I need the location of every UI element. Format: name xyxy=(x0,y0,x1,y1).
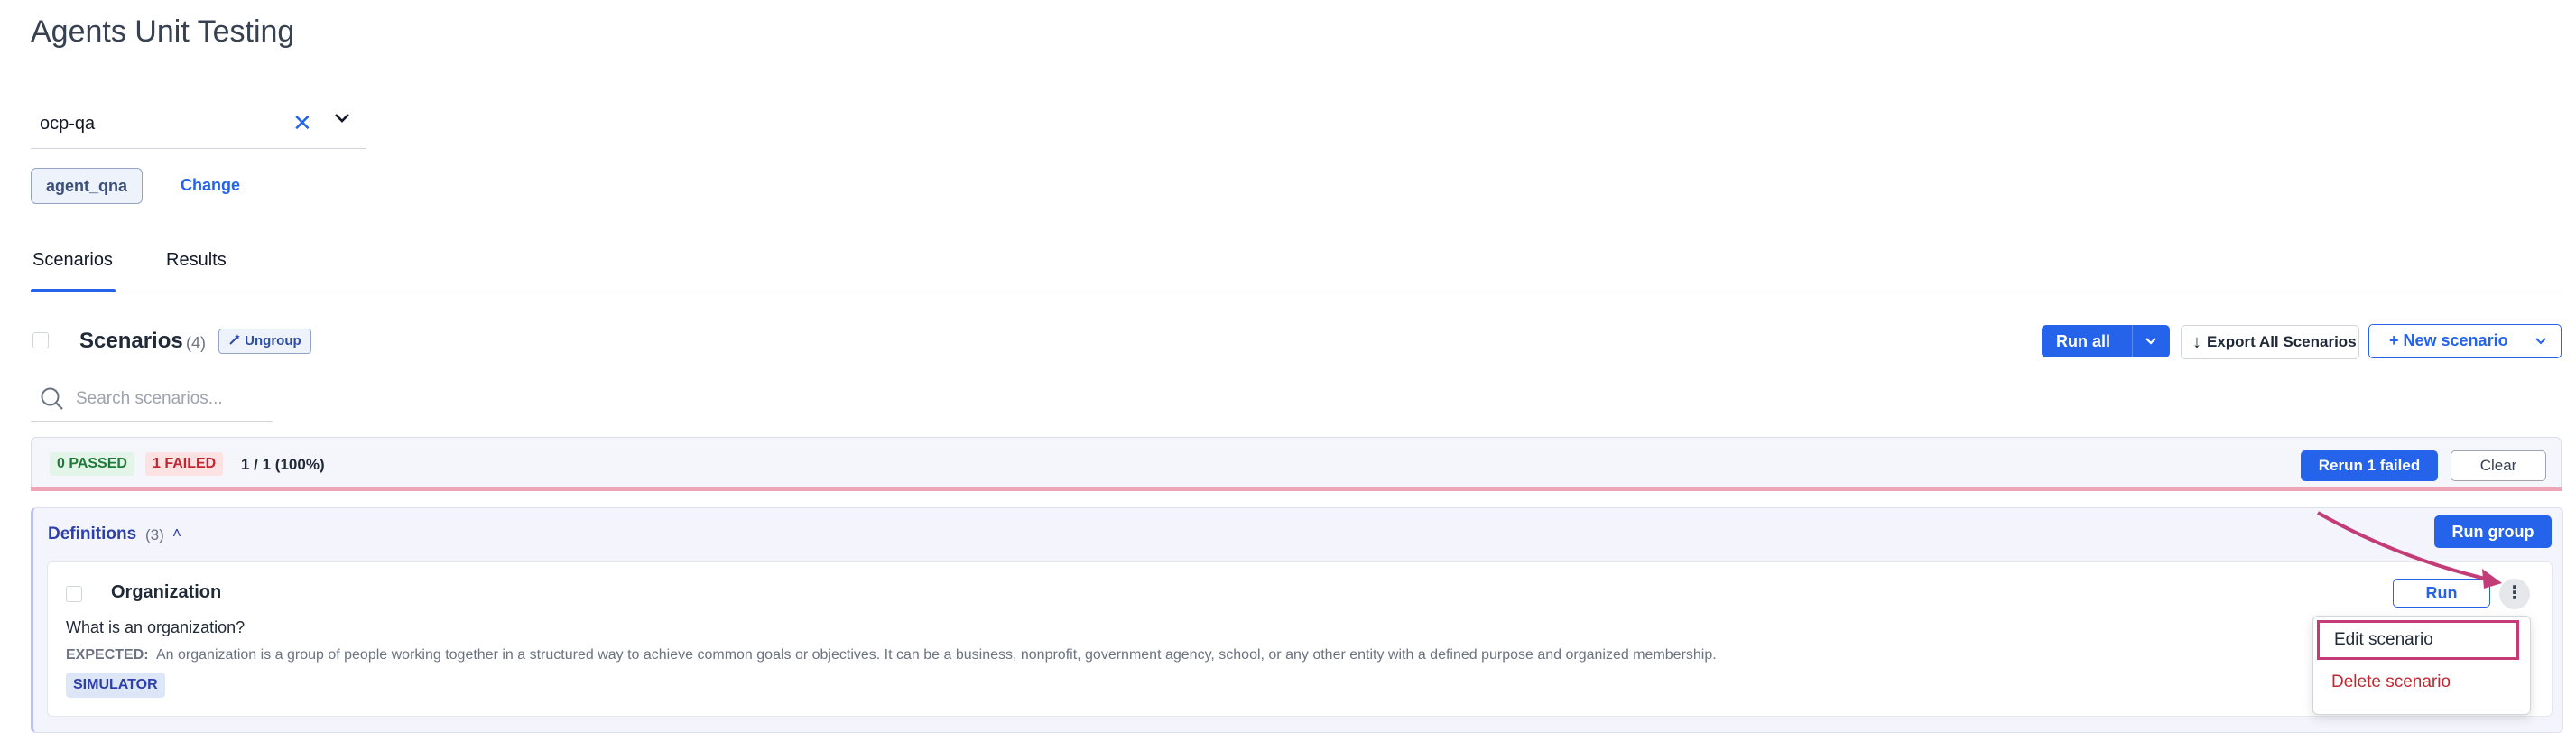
delete-scenario-menu-item[interactable]: Delete scenario xyxy=(2331,673,2451,692)
passed-badge: 0 PASSED xyxy=(50,452,134,476)
pass-ratio: 1 / 1 (100%) xyxy=(241,456,325,473)
expected-label: EXPECTED: xyxy=(66,647,149,663)
ungroup-label: Ungroup xyxy=(245,333,301,348)
scenarios-heading: Scenarios xyxy=(79,329,183,353)
change-agent-link[interactable]: Change xyxy=(181,176,240,195)
scenario-checkbox[interactable] xyxy=(66,586,82,602)
scenarios-count: (4) xyxy=(186,334,206,352)
new-scenario-label: + New scenario xyxy=(2389,331,2508,349)
run-all-split-button[interactable]: Run all xyxy=(2042,325,2170,357)
run-summary-bar: 0 PASSED 1 FAILED 1 / 1 (100%) Rerun 1 f… xyxy=(31,437,2562,491)
split-divider xyxy=(2132,325,2133,357)
search-icon xyxy=(40,386,65,416)
clear-button[interactable]: Clear xyxy=(2451,450,2546,481)
page-title: Agents Unit Testing xyxy=(31,14,295,49)
export-label: Export All Scenarios xyxy=(2207,333,2357,350)
select-all-checkbox[interactable] xyxy=(32,332,49,348)
ungroup-button[interactable]: Ungroup xyxy=(218,329,311,354)
chevron-down-icon[interactable] xyxy=(332,108,352,133)
group-title[interactable]: Definitions xyxy=(48,524,136,544)
rerun-failed-button[interactable]: Rerun 1 failed xyxy=(2301,450,2438,481)
run-all-button[interactable]: Run all xyxy=(2056,332,2110,351)
group-count: (3) xyxy=(145,526,164,543)
agent-chip: agent_qna xyxy=(31,168,144,204)
tab-results[interactable]: Results xyxy=(166,250,227,271)
collapse-caret-icon[interactable]: ˄ xyxy=(172,524,181,543)
new-scenario-button[interactable]: + New scenario xyxy=(2368,324,2562,358)
chevron-down-icon[interactable] xyxy=(2534,334,2548,353)
wand-icon xyxy=(228,333,245,348)
clear-icon[interactable]: ✕ xyxy=(292,109,312,137)
chevron-down-icon[interactable] xyxy=(2143,333,2159,354)
annotation-arrow-icon xyxy=(2317,511,2502,589)
active-tab-indicator xyxy=(31,289,116,292)
scenario-card: Organization What is an organization? EX… xyxy=(47,561,2553,717)
expected-text: An organization is a group of people wor… xyxy=(156,647,1717,663)
search-box[interactable] xyxy=(31,376,273,422)
project-select[interactable]: ocp-qa ✕ xyxy=(31,101,366,149)
scenario-title: Organization xyxy=(111,582,222,602)
scenario-question: What is an organization? xyxy=(66,618,246,636)
scenario-context-menu: Edit scenario Delete scenario xyxy=(2312,616,2531,715)
simulator-tag: SIMULATOR xyxy=(66,673,165,698)
export-all-button[interactable]: ↓ Export All Scenarios xyxy=(2181,325,2359,359)
search-input[interactable] xyxy=(74,385,272,413)
tab-scenarios[interactable]: Scenarios xyxy=(32,250,113,271)
edit-scenario-menu-item[interactable]: Edit scenario xyxy=(2317,620,2519,660)
failed-badge: 1 FAILED xyxy=(145,452,224,476)
failure-progress-bar xyxy=(31,487,2562,491)
download-arrow-icon: ↓ xyxy=(2192,332,2201,352)
project-select-value: ocp-qa xyxy=(40,114,96,134)
